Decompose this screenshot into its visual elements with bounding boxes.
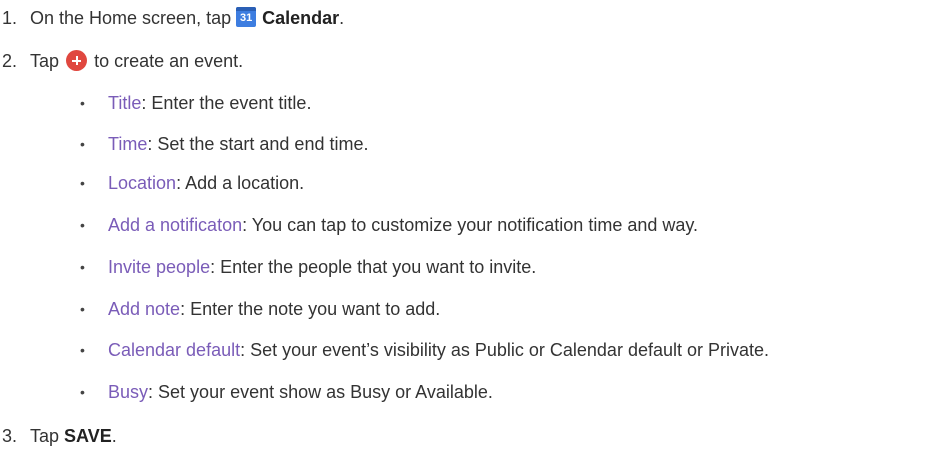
item-desc: : Set your event show as Busy or Availab… [148, 382, 493, 402]
calendar-icon: 31 [236, 7, 257, 27]
step-post-text: to create an event. [94, 51, 244, 71]
bullet: • [80, 95, 85, 111]
bullet: • [80, 175, 85, 191]
bullet: • [80, 217, 85, 233]
step-text: Tap SAVE. [30, 421, 117, 451]
item-desc: : Enter the people that you want to invi… [210, 257, 537, 277]
item-term: Add note [108, 299, 181, 319]
item-desc: : Enter the event title. [141, 93, 312, 113]
bullet: • [80, 136, 85, 152]
step-text: Tap to create an event. [30, 46, 243, 76]
step-post-text: . [339, 8, 345, 28]
item-term: Title [108, 93, 142, 113]
bullet: • [80, 301, 85, 317]
bullet: • [80, 342, 85, 358]
step-pre-text: Tap [30, 426, 60, 446]
bullet: • [80, 384, 85, 400]
item-desc: : Add a location. [176, 173, 305, 193]
item-desc: : Set your event’s visibility as Public … [240, 340, 770, 360]
step-post-text: . [111, 426, 117, 446]
step-text: On the Home screen, tap 31 Calendar. [30, 3, 344, 33]
item-desc: : Enter the note you want to add. [180, 299, 441, 319]
item-term: Busy [108, 382, 149, 402]
calendar-icon-date: 31 [240, 12, 253, 24]
step-number: 3. [2, 426, 18, 446]
calendar-label: Calendar [262, 8, 340, 28]
step-number: 1. [2, 8, 18, 28]
step-pre-text: Tap [30, 51, 60, 71]
item-term: Location [108, 173, 177, 193]
bullet: • [80, 259, 85, 275]
item-term: Invite people [108, 257, 211, 277]
item-term: Calendar default [108, 340, 241, 360]
item-desc: : You can tap to customize your notifica… [242, 215, 699, 235]
plus-icon [66, 50, 88, 71]
save-label: SAVE [64, 426, 112, 446]
item-term: Add a notificaton [108, 215, 243, 235]
item-desc: : Set the start and end time. [147, 134, 369, 154]
step-pre-text: On the Home screen, tap [30, 8, 232, 28]
step-number: 2. [2, 51, 18, 71]
item-term: Time [108, 134, 148, 154]
